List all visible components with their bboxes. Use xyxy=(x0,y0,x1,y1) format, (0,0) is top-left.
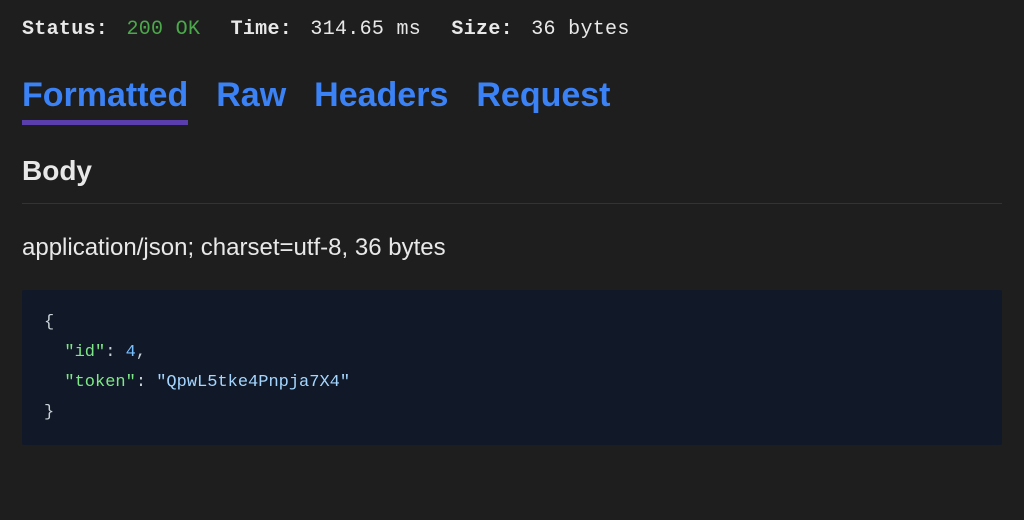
tab-formatted[interactable]: Formatted xyxy=(22,77,188,125)
tab-headers[interactable]: Headers xyxy=(314,77,448,125)
tab-request[interactable]: Request xyxy=(476,77,610,125)
json-val-token: "QpwL5tke4Pnpja7X4" xyxy=(156,373,350,392)
status-value: 200 OK xyxy=(126,18,200,41)
body-heading: Body xyxy=(22,155,1002,204)
tab-raw[interactable]: Raw xyxy=(216,77,286,125)
status-label: Status: xyxy=(22,18,108,41)
time-label: Time: xyxy=(231,18,293,41)
json-val-id: 4 xyxy=(126,343,136,362)
body-meta: application/json; charset=utf-8, 36 byte… xyxy=(22,234,1002,262)
brace-close: } xyxy=(44,403,54,422)
status-line: Status: 200 OK Time: 314.65 ms Size: 36 … xyxy=(22,18,1002,41)
size-value: 36 bytes xyxy=(531,18,629,41)
time-value: 314.65 ms xyxy=(310,18,421,41)
json-key-token: "token" xyxy=(64,373,135,392)
json-key-id: "id" xyxy=(64,343,105,362)
size-label: Size: xyxy=(451,18,513,41)
response-tabs: Formatted Raw Headers Request xyxy=(22,77,1002,125)
brace-open: { xyxy=(44,313,54,332)
response-body-code[interactable]: { "id": 4, "token": "QpwL5tke4Pnpja7X4" … xyxy=(22,290,1002,445)
